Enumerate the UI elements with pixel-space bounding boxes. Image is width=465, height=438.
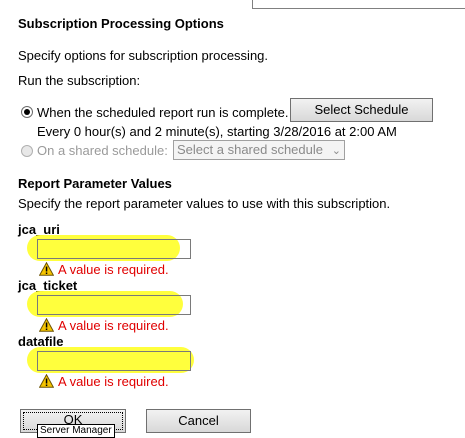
select-schedule-button[interactable]: Select Schedule [290, 98, 433, 122]
error-message: A value is required. [58, 318, 169, 333]
run-label: Run the subscription: [18, 73, 141, 88]
param-input-jca-uri[interactable] [37, 239, 191, 259]
radio-scheduled[interactable] [21, 106, 33, 118]
chevron-down-icon: ⌄ [331, 145, 341, 157]
tooltip: Server Manager [37, 424, 115, 438]
shared-schedule-select-value: Select a shared schedule [177, 142, 323, 157]
intro-text: Specify options for subscription process… [18, 48, 269, 63]
schedule-description: Every 0 hour(s) and 2 minute(s), startin… [37, 124, 397, 139]
param-input-jca-ticket[interactable] [37, 295, 191, 315]
param-input-datafile[interactable] [37, 351, 191, 371]
error-message: A value is required. [58, 374, 169, 389]
warning-icon [39, 318, 54, 332]
section-title: Subscription Processing Options [18, 16, 224, 31]
radio-shared[interactable] [21, 145, 33, 157]
top-panel-border [252, 0, 465, 9]
shared-schedule-select[interactable]: Select a shared schedule ⌄ [173, 140, 345, 160]
params-title: Report Parameter Values [18, 176, 172, 191]
radio-shared-label[interactable]: On a shared schedule: [37, 143, 168, 158]
warning-icon [39, 262, 54, 276]
cancel-button[interactable]: Cancel [146, 409, 251, 433]
error-message: A value is required. [58, 262, 169, 277]
params-description: Specify the report parameter values to u… [18, 196, 391, 211]
warning-icon [39, 374, 54, 388]
radio-scheduled-label[interactable]: When the scheduled report run is complet… [37, 105, 288, 120]
